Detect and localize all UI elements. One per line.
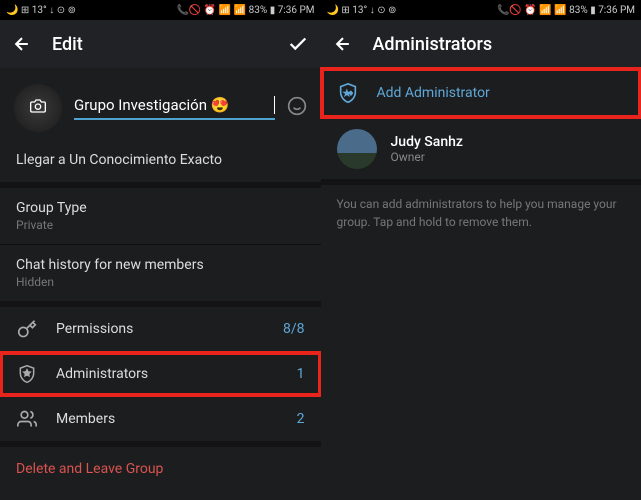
check-icon[interactable] (287, 33, 309, 55)
description-row[interactable]: Llegar a Un Conocimiento Exacto (0, 140, 321, 182)
permissions-count: 8/8 (283, 321, 305, 337)
group-type-label: Group Type (16, 200, 305, 216)
permissions-label: Permissions (56, 321, 265, 337)
delete-group-row[interactable]: Delete and Leave Group (0, 447, 321, 491)
status-right: 📞🚫 ⏰ 📶 📶 83% ▮ 7:36 PM (497, 5, 635, 16)
edit-header: Edit (0, 20, 321, 68)
members-row[interactable]: Members 2 (0, 397, 321, 441)
permissions-row[interactable]: Permissions 8/8 (0, 307, 321, 351)
add-administrator-row[interactable]: ★+ Add Administrator (321, 68, 641, 118)
back-icon[interactable] (333, 34, 353, 54)
camera-icon (30, 98, 46, 118)
admin-title: Administrators (373, 34, 630, 55)
svg-text:★+: ★+ (344, 90, 352, 97)
administrators-row[interactable]: Administrators 1 (0, 352, 321, 396)
add-administrator-label: Add Administrator (377, 85, 490, 101)
status-right: 📞🚫 ⏰ 📶 📶 83% ▮ 7:36 PM (176, 5, 314, 16)
admin-help-text: You can add administrators to help you m… (321, 185, 641, 241)
administrators-count: 1 (297, 366, 305, 382)
group-name-value: Grupo Investigación 😍 (74, 96, 268, 114)
group-type-row[interactable]: Group Type Private (0, 188, 321, 244)
status-left: 🌙 ⊞ 13° ↓ ⊙ ⊚ (327, 5, 397, 16)
delete-group-label: Delete and Leave Group (16, 461, 163, 477)
status-bar: 🌙 ⊞ 13° ↓ ⊙ ⊚ 📞🚫 ⏰ 📶 📶 83% ▮ 7:36 PM (321, 0, 641, 20)
edit-title: Edit (52, 34, 267, 55)
owner-name: Judy Sanhz (391, 134, 463, 150)
description-text: Llegar a Un Conocimiento Exacto (16, 152, 305, 168)
shield-plus-icon: ★+ (337, 82, 359, 104)
group-type-value: Private (16, 218, 305, 232)
people-icon (16, 409, 38, 429)
members-label: Members (56, 411, 279, 427)
admin-header: Administrators (321, 20, 641, 68)
chat-history-label: Chat history for new members (16, 257, 305, 273)
owner-role: Owner (391, 150, 463, 164)
owner-row[interactable]: Judy Sanhz Owner (321, 119, 641, 179)
chat-history-row[interactable]: Chat history for new members Hidden (0, 245, 321, 301)
group-name-input[interactable]: Grupo Investigación 😍 (74, 96, 275, 120)
status-bar: 🌙 ⊞ 13° ↓ ⊙ ⊚ 📞🚫 ⏰ 📶 📶 83% ▮ 7:36 PM (0, 0, 321, 20)
members-count: 2 (297, 411, 305, 427)
administrators-label: Administrators (56, 366, 279, 382)
shield-star-icon (16, 364, 38, 384)
chat-history-value: Hidden (16, 275, 305, 289)
key-icon (16, 319, 38, 339)
profile-section: Grupo Investigación 😍 (0, 68, 321, 140)
status-left: 🌙 ⊞ 13° ↓ ⊙ ⊚ (6, 5, 76, 16)
group-avatar[interactable] (14, 84, 62, 132)
back-icon[interactable] (12, 34, 32, 54)
emoji-icon[interactable] (287, 96, 307, 121)
owner-avatar (337, 129, 377, 169)
